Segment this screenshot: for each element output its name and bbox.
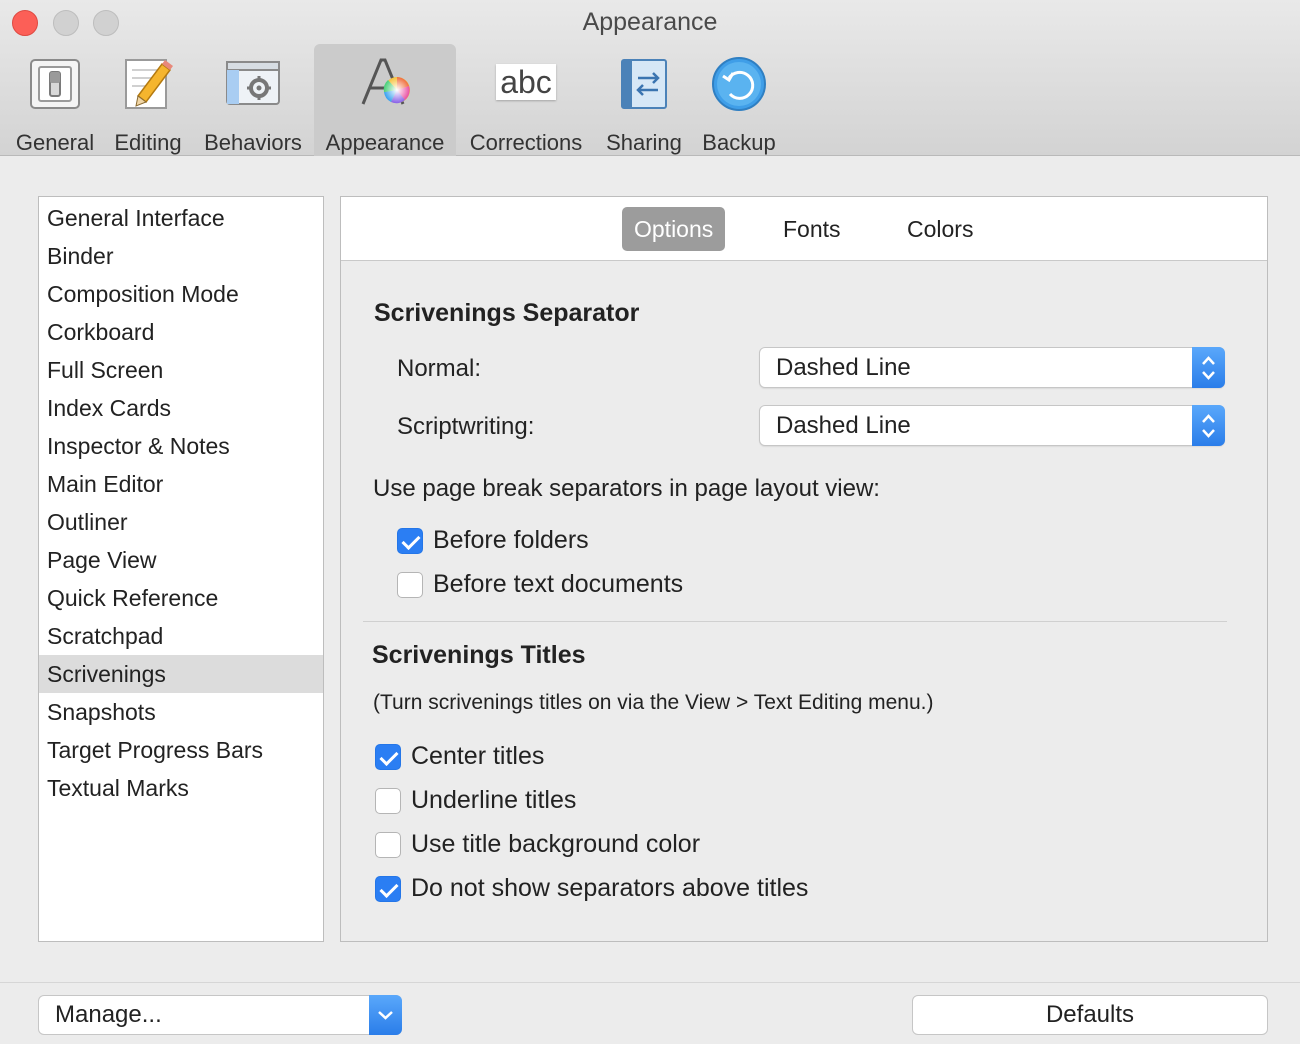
manage-popup[interactable]: Manage... <box>38 995 402 1035</box>
before-folders-checkbox[interactable] <box>397 527 423 554</box>
tab-bar: Options Fonts Colors <box>341 197 1267 261</box>
toolbar-item-sharing[interactable]: Sharing <box>598 44 690 156</box>
title-background-checkbox[interactable] <box>375 831 401 858</box>
before-folders-row[interactable]: Before folders <box>397 526 589 555</box>
sidebar-item-textual-marks[interactable]: Textual Marks <box>39 769 323 807</box>
manage-label: Manage... <box>55 1001 162 1028</box>
sidebar-item-index-cards[interactable]: Index Cards <box>39 389 323 427</box>
sidebar-item-target-progress-bars[interactable]: Target Progress Bars <box>39 731 323 769</box>
toolbar-label-sharing: Sharing <box>606 130 682 155</box>
title-background-row[interactable]: Use title background color <box>375 830 700 859</box>
toolbar-item-corrections[interactable]: abc Corrections <box>460 44 592 156</box>
no-separators-label: Do not show separators above titles <box>411 874 809 902</box>
separator-section-title: Scrivenings Separator <box>374 299 640 327</box>
scriptwriting-separator-value: Dashed Line <box>776 412 911 439</box>
sidebar-item-corkboard[interactable]: Corkboard <box>39 313 323 351</box>
sidebar-item-full-screen[interactable]: Full Screen <box>39 351 323 389</box>
abc-icon-text: abc <box>496 64 556 100</box>
toolbar-item-editing[interactable]: Editing <box>106 44 190 156</box>
chevron-down-icon <box>369 995 402 1035</box>
sidebar-item-binder[interactable]: Binder <box>39 237 323 275</box>
toolbar-label-backup: Backup <box>702 130 776 155</box>
section-divider <box>363 621 1227 622</box>
scriptwriting-separator-popup[interactable]: Dashed Line <box>759 405 1225 446</box>
toolbar-item-backup[interactable]: Backup <box>694 44 784 156</box>
sidebar-item-quick-reference[interactable]: Quick Reference <box>39 579 323 617</box>
sidebar-item-composition-mode[interactable]: Composition Mode <box>39 275 323 313</box>
toolbar-item-appearance[interactable]: Appearance <box>314 44 456 156</box>
title-background-label: Use title background color <box>411 830 701 858</box>
before-folders-label: Before folders <box>433 526 589 554</box>
general-switch-icon <box>25 56 85 116</box>
before-text-documents-row[interactable]: Before text documents <box>397 570 683 599</box>
titles-section-title: Scrivenings Titles <box>372 641 586 669</box>
popup-stepper-icon <box>1192 347 1225 388</box>
sidebar-item-snapshots[interactable]: Snapshots <box>39 693 323 731</box>
toolbar-label-appearance: Appearance <box>325 130 445 155</box>
backup-restore-icon <box>709 56 769 116</box>
sidebar-item-general-interface[interactable]: General Interface <box>39 199 323 237</box>
popup-stepper-icon <box>1192 405 1225 446</box>
toolbar-label-general: General <box>15 130 95 155</box>
normal-separator-popup[interactable]: Dashed Line <box>759 347 1225 388</box>
tab-colors[interactable]: Colors <box>895 207 985 251</box>
sync-arrows-icon <box>614 56 674 116</box>
sidebar-item-scrivenings[interactable]: Scrivenings <box>39 655 323 693</box>
category-list[interactable]: General Interface Binder Composition Mod… <box>38 196 324 942</box>
titles-note: (Turn scrivenings titles on via the View… <box>373 691 934 714</box>
settings-panel: Options Fonts Colors Scrivenings Separat… <box>340 196 1268 942</box>
before-text-documents-label: Before text documents <box>433 570 684 598</box>
tab-fonts[interactable]: Fonts <box>771 207 853 251</box>
no-separators-checkbox[interactable] <box>375 875 401 902</box>
sidebar-item-inspector-notes[interactable]: Inspector & Notes <box>39 427 323 465</box>
sidebar-item-scratchpad[interactable]: Scratchpad <box>39 617 323 655</box>
gear-window-icon <box>223 56 283 116</box>
underline-titles-checkbox[interactable] <box>375 787 401 814</box>
toolbar-item-general[interactable]: General <box>8 44 102 156</box>
window-toolbar: Appearance General Editing Behaviors App… <box>0 0 1300 156</box>
scriptwriting-label: Scriptwriting: <box>397 413 535 440</box>
center-titles-checkbox[interactable] <box>375 743 401 770</box>
center-titles-row[interactable]: Center titles <box>375 742 544 771</box>
pencil-icon <box>118 56 178 116</box>
normal-separator-value: Dashed Line <box>776 354 911 381</box>
toolbar-label-behaviors: Behaviors <box>204 130 302 155</box>
sidebar-item-page-view[interactable]: Page View <box>39 541 323 579</box>
center-titles-label: Center titles <box>411 742 545 770</box>
toolbar-item-behaviors[interactable]: Behaviors <box>196 44 310 156</box>
before-text-documents-checkbox[interactable] <box>397 571 423 598</box>
sidebar-item-outliner[interactable]: Outliner <box>39 503 323 541</box>
no-separators-row[interactable]: Do not show separators above titles <box>375 874 808 903</box>
page-break-label: Use page break separators in page layout… <box>373 475 880 502</box>
underline-titles-label: Underline titles <box>411 786 577 814</box>
defaults-button[interactable]: Defaults <box>912 995 1268 1035</box>
window-title: Appearance <box>582 8 718 36</box>
underline-titles-row[interactable]: Underline titles <box>375 786 576 815</box>
bottom-bar: Manage... Defaults <box>0 982 1300 1044</box>
abc-icon: abc <box>494 56 558 116</box>
sidebar-item-main-editor[interactable]: Main Editor <box>39 465 323 503</box>
tab-options[interactable]: Options <box>622 207 726 251</box>
toolbar-label-corrections: Corrections <box>469 130 583 155</box>
toolbar-label-editing: Editing <box>114 130 182 155</box>
font-color-wheel-icon <box>355 56 415 116</box>
normal-label: Normal: <box>397 355 482 382</box>
